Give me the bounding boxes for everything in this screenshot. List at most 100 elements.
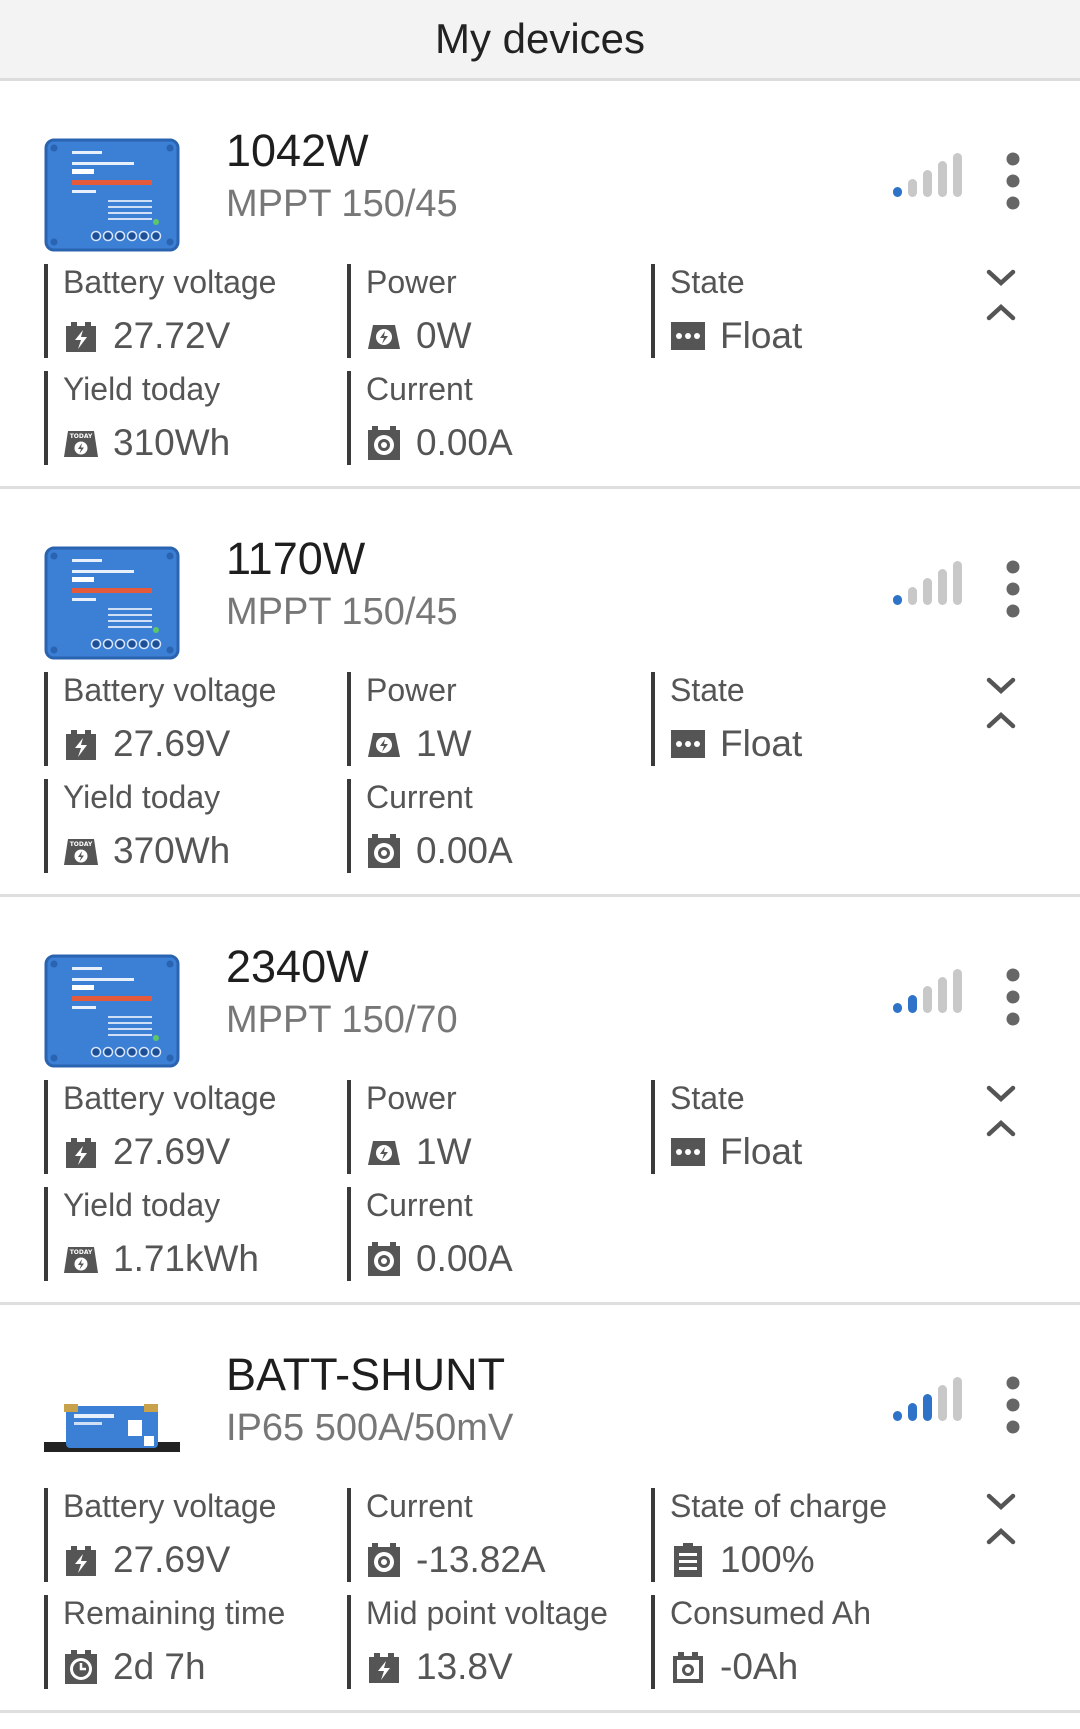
metric-label: Battery voltage xyxy=(63,264,277,300)
yield-today-icon: TODAY xyxy=(63,1241,99,1277)
state-dots-icon xyxy=(670,318,706,354)
signal-bar xyxy=(893,595,902,605)
metric-value: Float xyxy=(720,315,803,356)
battery-bolt-icon xyxy=(366,1649,402,1685)
metric-label: Battery voltage xyxy=(63,1488,277,1524)
metric-value-row: 0.00A xyxy=(366,831,637,871)
signal-bar xyxy=(938,569,947,605)
device-name: 1042W xyxy=(226,125,369,176)
signal-strength-icon xyxy=(893,1375,965,1421)
device-image xyxy=(44,1360,180,1478)
metric: Yield today TODAY 310Wh xyxy=(44,371,334,465)
metric: Current 0.00A xyxy=(347,371,637,465)
metric: Battery voltage 27.69V xyxy=(44,1080,334,1174)
more-options-icon[interactable] xyxy=(998,967,1028,1027)
signal-bar xyxy=(908,587,917,605)
signal-bar xyxy=(953,561,962,605)
metric: Power 1W xyxy=(347,672,637,766)
signal-bar xyxy=(953,153,962,197)
metric-value-row: 2d 7h xyxy=(63,1647,334,1687)
metric-value-row: 0.00A xyxy=(366,1239,637,1279)
device-image xyxy=(44,136,180,254)
expand-collapse-icon[interactable] xyxy=(985,1082,1017,1140)
metric-value: 27.72V xyxy=(113,315,231,356)
metric: State of charge 100% xyxy=(651,1488,941,1582)
metric: Remaining time 2d 7h xyxy=(44,1595,334,1689)
svg-text:TODAY: TODAY xyxy=(70,841,93,848)
solar-power-icon xyxy=(366,726,402,762)
metric-value: 100% xyxy=(720,1539,815,1580)
metric-label: Battery voltage xyxy=(63,1080,277,1116)
state-dots-icon xyxy=(670,726,706,762)
more-options-icon[interactable] xyxy=(998,151,1028,211)
expand-collapse-icon[interactable] xyxy=(985,674,1017,732)
metric-value: 310Wh xyxy=(113,422,231,463)
page-title: My devices xyxy=(434,15,646,62)
metric-value: 0.00A xyxy=(416,1238,513,1279)
device-card[interactable]: BATT-SHUNT IP65 500A/50mV Battery voltage 2… xyxy=(0,1305,1080,1713)
state-dots-icon xyxy=(670,1134,706,1170)
metric-value: 27.69V xyxy=(113,723,231,764)
metric-label: Current xyxy=(366,1488,473,1524)
consumed-ah-icon xyxy=(670,1649,706,1685)
clock-icon xyxy=(63,1649,99,1685)
metric-value: 0.00A xyxy=(416,422,513,463)
device-name: 1170W xyxy=(226,533,366,584)
metric-value: 1.71kWh xyxy=(113,1238,260,1279)
metric: Current 0.00A xyxy=(347,779,637,873)
metric-value-row: Float xyxy=(670,1132,941,1172)
metric-value: -13.82A xyxy=(416,1539,546,1580)
battery-bolt-icon xyxy=(63,1542,99,1578)
metric-value-row: Float xyxy=(670,316,941,356)
signal-bar xyxy=(938,1385,947,1421)
solar-power-icon xyxy=(366,318,402,354)
signal-bar xyxy=(938,161,947,197)
metric-value: 370Wh xyxy=(113,830,231,871)
metric-label: Current xyxy=(366,371,473,407)
more-options-icon[interactable] xyxy=(998,559,1028,619)
battery-soc-icon xyxy=(670,1542,706,1578)
metric-label: Current xyxy=(366,779,473,815)
device-card[interactable]: 2340W MPPT 150/70 Battery voltage 27.69V Pow… xyxy=(0,897,1080,1305)
metric-value: 27.69V xyxy=(113,1539,231,1580)
device-model: MPPT 150/70 xyxy=(226,999,458,1041)
metric-value-row: Float xyxy=(670,724,941,764)
solar-power-icon xyxy=(366,1134,402,1170)
metric-label: Power xyxy=(366,264,457,300)
metric: Current 0.00A xyxy=(347,1187,637,1281)
signal-bar xyxy=(908,179,917,197)
signal-bar xyxy=(953,1377,962,1421)
expand-collapse-icon[interactable] xyxy=(985,1490,1017,1548)
metric-label: State xyxy=(670,264,745,300)
metric-value: 0.00A xyxy=(416,830,513,871)
signal-bar xyxy=(923,1394,932,1421)
device-card[interactable]: 1170W MPPT 150/45 Battery voltage 27.69V Pow… xyxy=(0,489,1080,897)
device-card[interactable]: 1042W MPPT 150/45 Battery voltage 27.72V Pow… xyxy=(0,81,1080,489)
signal-strength-icon xyxy=(893,151,965,197)
metric-value-row: -0Ah xyxy=(670,1647,941,1687)
metric: Mid point voltage 13.8V xyxy=(347,1595,637,1689)
metric-value-row: 100% xyxy=(670,1540,941,1580)
metric: Power 1W xyxy=(347,1080,637,1174)
metric-label: Yield today xyxy=(63,371,221,407)
metric-value-row: 0W xyxy=(366,316,637,356)
expand-collapse-icon[interactable] xyxy=(985,266,1017,324)
metric: State Float xyxy=(651,264,941,358)
device-model: IP65 500A/50mV xyxy=(226,1407,514,1449)
signal-bar xyxy=(938,977,947,1013)
metric-value-row: 1W xyxy=(366,1132,637,1172)
signal-bar xyxy=(923,170,932,197)
signal-strength-icon xyxy=(893,967,965,1013)
metric-label: Power xyxy=(366,1080,457,1116)
metric-label: State xyxy=(670,1080,745,1116)
metric: Battery voltage 27.69V xyxy=(44,1488,334,1582)
more-options-icon[interactable] xyxy=(998,1375,1028,1435)
signal-bar xyxy=(908,995,917,1013)
signal-bar xyxy=(953,969,962,1013)
signal-bar xyxy=(893,187,902,197)
metric-label: Remaining time xyxy=(63,1595,286,1631)
device-model: MPPT 150/45 xyxy=(226,183,458,225)
device-list: 1042W MPPT 150/45 Battery voltage 27.72V Pow… xyxy=(0,81,1080,1713)
metric-value: 13.8V xyxy=(416,1646,513,1687)
signal-bar xyxy=(893,1411,902,1421)
